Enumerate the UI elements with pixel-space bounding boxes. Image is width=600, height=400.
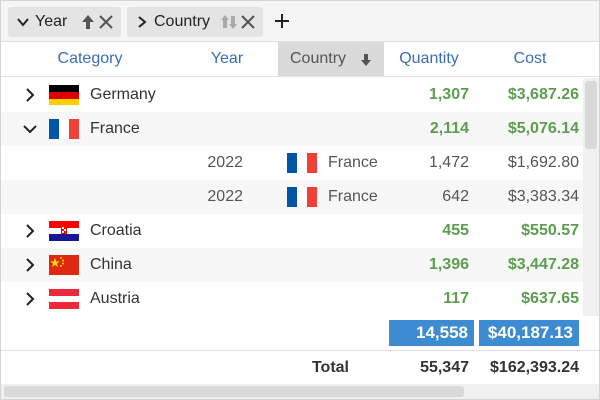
column-header-quantity[interactable]: Quantity (384, 42, 474, 76)
group-row-austria[interactable]: Austria 117 $637.65 (1, 282, 583, 316)
detail-row[interactable]: 2022 France 642 $3,383.34 (1, 180, 583, 214)
group-chip-year[interactable]: Year (8, 7, 121, 37)
column-header-row: Category Year Country Quantity Cost (1, 42, 599, 77)
chevron-right-icon[interactable] (23, 224, 37, 238)
group-chip-label: Country (154, 13, 211, 30)
column-header-country[interactable]: Country (278, 42, 384, 76)
cost-cell: $3,383.34 (507, 188, 579, 205)
group-total-quantity: 14,558 (389, 320, 474, 346)
pivot-grid: Year Country Category Year Country Quant… (0, 0, 600, 400)
quantity-cell: 117 (443, 290, 469, 307)
add-group-icon[interactable] (273, 11, 291, 31)
austria-flag-icon (49, 289, 79, 309)
quantity-cell: 2,114 (429, 120, 469, 137)
cost-cell: $3,687.26 (507, 86, 579, 103)
quantity-cell: 455 (442, 222, 469, 239)
column-header-category[interactable]: Category (31, 42, 149, 76)
china-flag-icon (49, 255, 79, 275)
sort-descending-icon[interactable] (360, 53, 372, 67)
chevron-down-icon[interactable] (23, 122, 37, 136)
total-label: Total (311, 359, 349, 376)
country-cell: France (328, 154, 378, 171)
country-cell: France (328, 188, 378, 205)
total-footer-row: Total 55,347 $162,393.24 (1, 350, 599, 384)
chevron-right-icon[interactable] (23, 88, 37, 102)
group-total-cost: $40,187.13 (479, 320, 579, 346)
category-cell: France (90, 120, 140, 137)
total-quantity: 55,347 (420, 359, 469, 376)
group-row-france[interactable]: France 2,114 $5,076.14 (1, 112, 583, 146)
quantity-cell: 642 (442, 188, 469, 205)
category-cell: Croatia (90, 222, 142, 239)
group-row-croatia[interactable]: Croatia 455 $550.57 (1, 214, 583, 248)
column-header-cost[interactable]: Cost (477, 42, 583, 76)
category-cell: China (90, 256, 132, 273)
detail-row[interactable]: 2022 France 1,472 $1,692.80 (1, 146, 583, 180)
total-cost: $162,393.24 (490, 359, 579, 376)
croatia-flag-icon (49, 221, 79, 241)
cost-cell: $637.65 (521, 290, 579, 307)
close-icon[interactable] (240, 14, 256, 30)
column-header-label: Country (290, 50, 347, 67)
group-chip-label: Year (35, 13, 68, 30)
sort-ascending-icon[interactable] (80, 13, 96, 31)
cost-cell: $3,447.28 (507, 256, 579, 273)
group-panel: Year Country (1, 1, 599, 42)
sort-both-icon[interactable] (221, 13, 237, 31)
year-cell: 2022 (207, 154, 243, 171)
chevron-right-icon[interactable] (23, 292, 37, 306)
close-icon[interactable] (98, 14, 114, 30)
group-row-china[interactable]: China 1,396 $3,447.28 (1, 248, 583, 282)
chevron-right-icon[interactable] (135, 14, 149, 30)
france-flag-icon (287, 187, 317, 207)
vertical-scrollbar-thumb[interactable] (585, 81, 597, 149)
chevron-down-icon[interactable] (16, 14, 30, 30)
year-cell: 2022 (207, 188, 243, 205)
cost-cell: $550.57 (521, 222, 579, 239)
category-cell: Austria (90, 290, 140, 307)
group-row-germany[interactable]: Germany 1,307 $3,687.26 (1, 78, 583, 112)
cost-cell: $1,692.80 (507, 154, 579, 171)
quantity-cell: 1,472 (428, 154, 469, 171)
category-cell: Germany (90, 86, 156, 103)
column-header-year[interactable]: Year (191, 42, 263, 76)
france-flag-icon (49, 119, 79, 139)
group-chip-country[interactable]: Country (127, 7, 263, 37)
quantity-cell: 1,396 (428, 256, 469, 273)
france-flag-icon (287, 153, 317, 173)
cost-cell: $5,076.14 (507, 120, 579, 137)
germany-flag-icon (49, 85, 79, 105)
chevron-right-icon[interactable] (23, 258, 37, 272)
quantity-cell: 1,307 (428, 86, 469, 103)
horizontal-scrollbar-thumb[interactable] (4, 386, 464, 397)
